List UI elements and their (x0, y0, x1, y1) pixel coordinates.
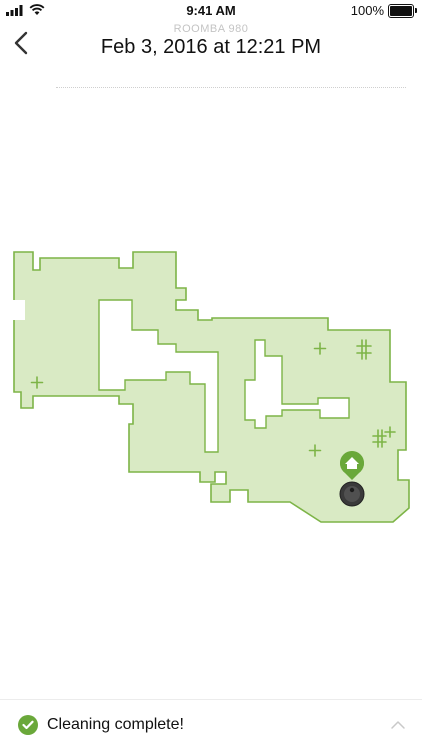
status-bar: 9:41 AM 100% (0, 0, 422, 22)
header: ROOMBA 980 Feb 3, 2016 at 12:21 PM (0, 22, 422, 88)
robot-name: ROOMBA 980 (173, 23, 249, 35)
expand-button[interactable] (390, 718, 406, 730)
checkmark-icon (22, 720, 34, 730)
check-circle-icon (18, 715, 38, 735)
battery-icon (388, 3, 417, 18)
battery-percent: 100% (350, 3, 384, 18)
status-footer[interactable]: Cleaning complete! (0, 699, 422, 751)
clean-map[interactable] (0, 68, 422, 696)
status-label: Cleaning complete! (47, 716, 184, 733)
cleaning-status: Cleaning complete! (18, 715, 184, 735)
robot-icon[interactable] (339, 481, 365, 507)
floor-map (13, 251, 410, 523)
page-title: Feb 3, 2016 at 12:21 PM (100, 36, 322, 58)
status-right: 100% (350, 3, 417, 18)
battery-fill (390, 5, 412, 16)
chevron-up-icon (391, 721, 405, 729)
